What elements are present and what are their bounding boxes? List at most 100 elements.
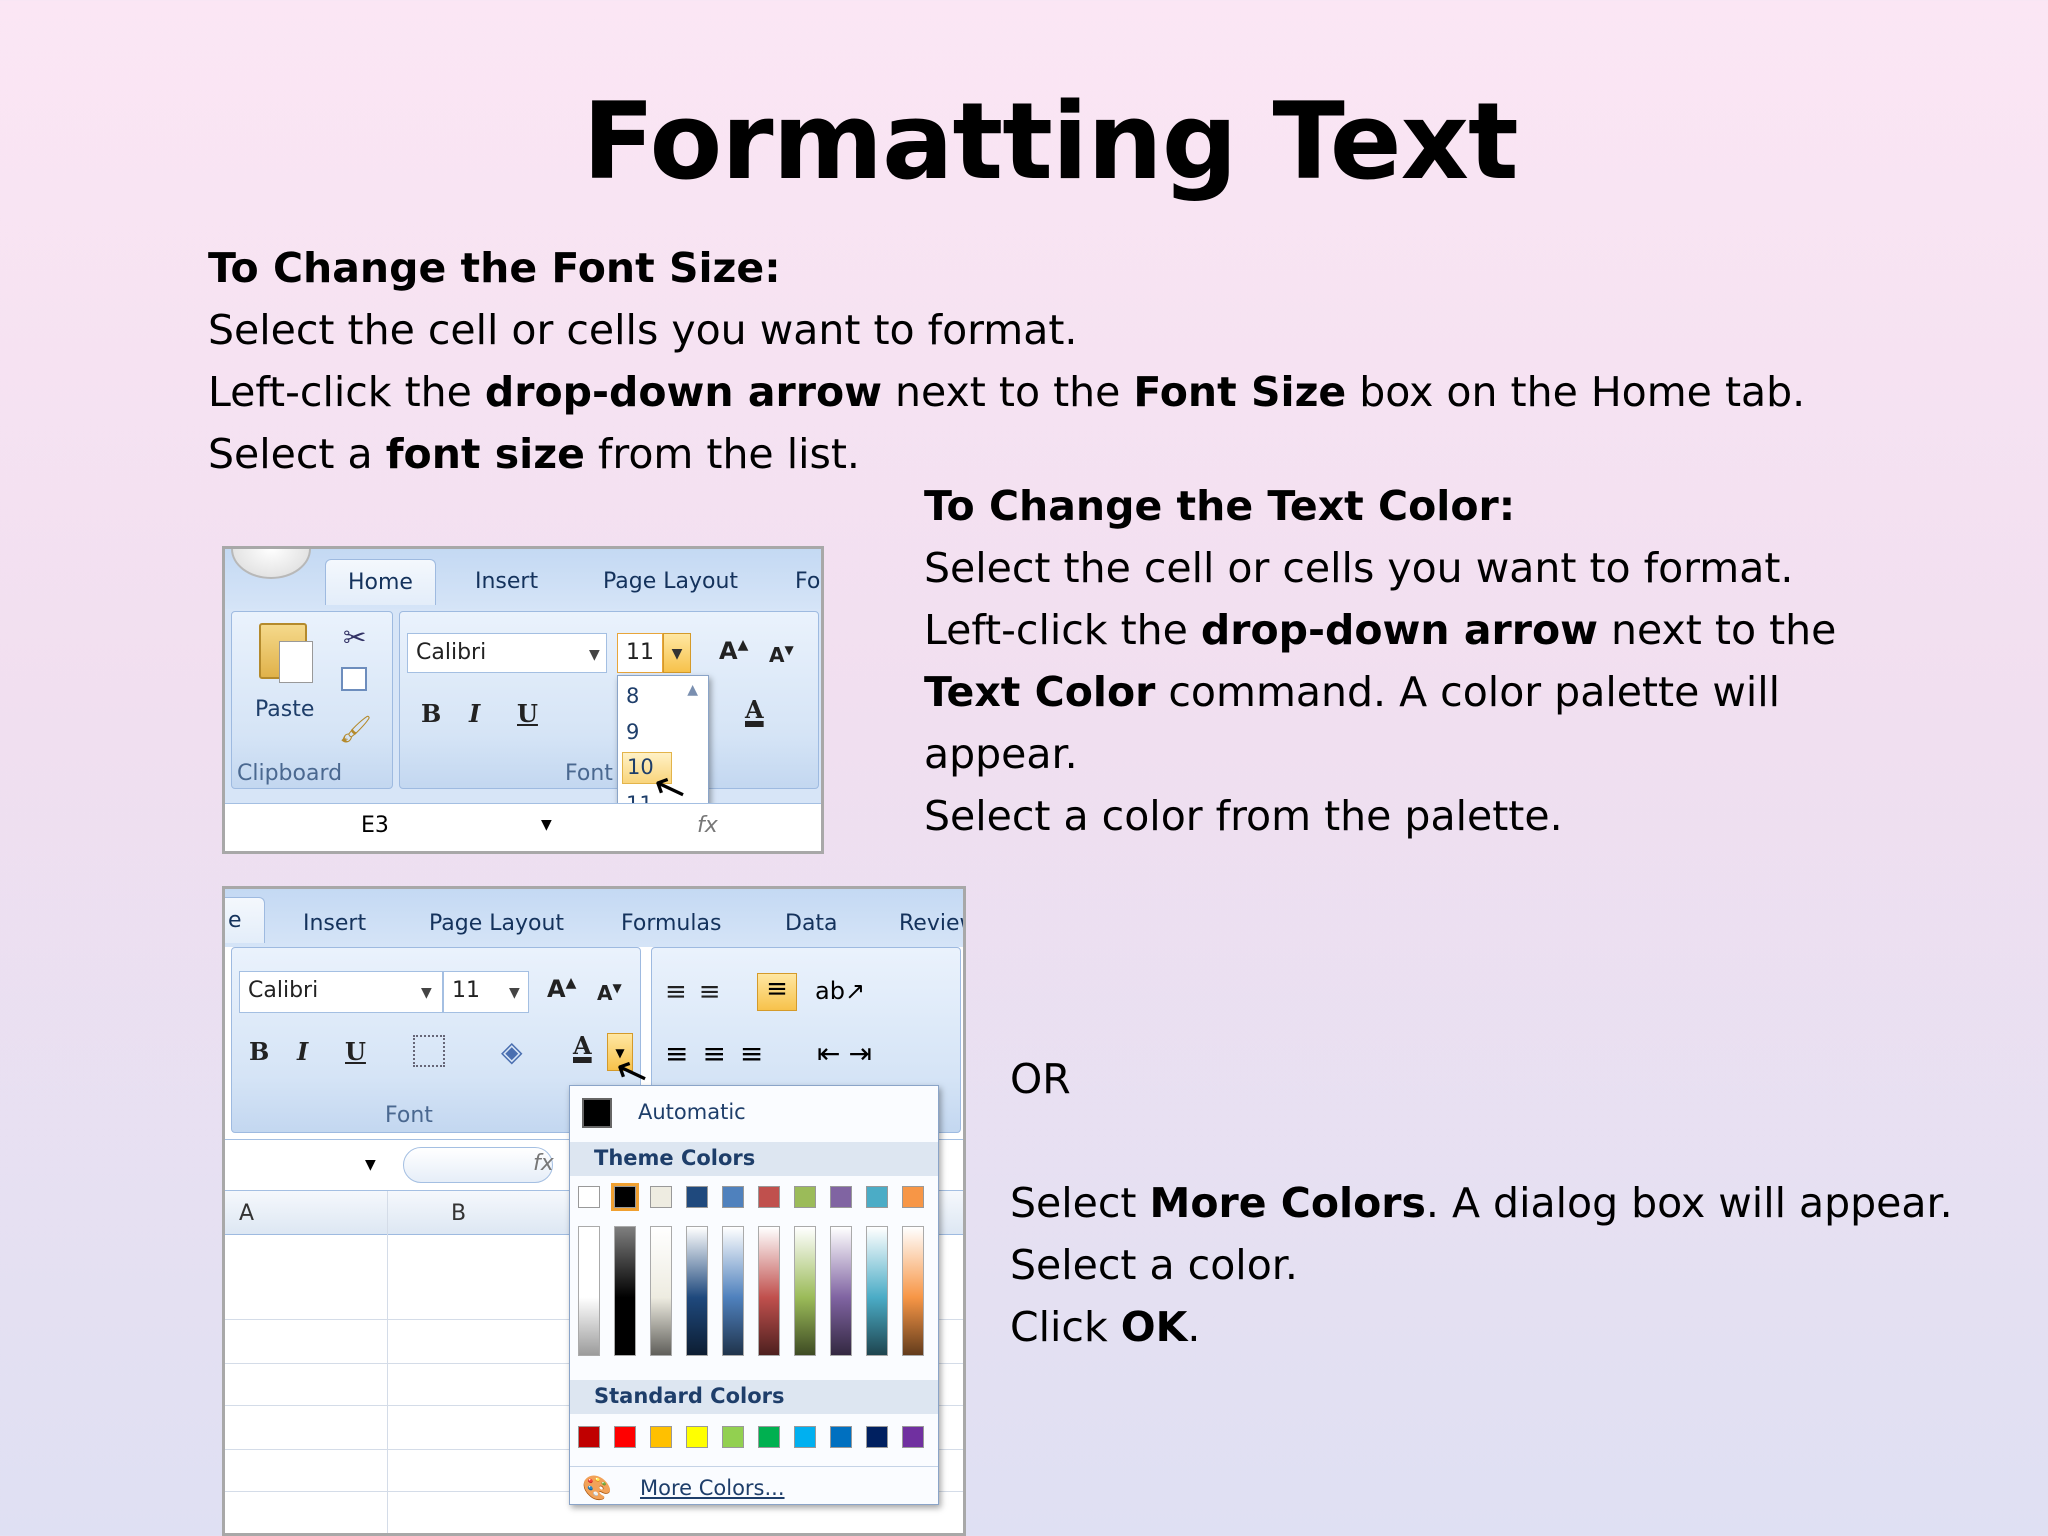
font-size-step-3: Select a font size from the list. [208,430,860,478]
font-name-chevron-down-icon[interactable]: ▼ [589,647,600,663]
text-color-step-1: Select the cell or cells you want to for… [924,544,1794,592]
tab-insert[interactable]: Insert [303,911,366,936]
standard-color-swatch[interactable] [578,1426,600,1448]
horizontal-align-icons[interactable]: ≡≡≡ [665,1037,777,1070]
cut-icon[interactable]: ✂ [343,621,366,654]
fx-icon[interactable]: fx [533,1151,554,1176]
theme-shade-column[interactable] [578,1226,600,1356]
fx-icon[interactable]: fx [697,813,718,838]
font-color-button[interactable]: A [745,695,764,724]
name-box-chevron-down-icon[interactable]: ▼ [365,1157,376,1173]
vertical-align-icons[interactable]: ≡≡ [665,977,733,1007]
standard-color-swatch[interactable] [686,1426,708,1448]
text-color-screenshot: e Insert Page Layout Formulas Data Revie… [222,886,966,1536]
format-painter-icon[interactable]: 🖌 [339,715,372,745]
color-palette-dropdown: Automatic Theme Colors Standard Colors 🎨… [569,1085,939,1505]
standard-color-swatch[interactable] [722,1426,744,1448]
theme-color-swatch[interactable] [902,1186,924,1208]
font-name-chevron-down-icon[interactable]: ▼ [421,985,432,1001]
font-group-label: Font [385,1103,433,1128]
tab-insert[interactable]: Insert [475,569,538,594]
align-bottom-icon[interactable]: ≡ [757,973,797,1011]
theme-shade-column[interactable] [686,1226,708,1356]
standard-color-swatch[interactable] [866,1426,888,1448]
theme-color-swatch[interactable] [686,1186,708,1208]
italic-button[interactable]: I [469,699,480,728]
grow-font-button[interactable]: A▲ [719,637,748,665]
theme-color-swatch[interactable] [578,1186,600,1208]
font-size-box[interactable]: 11 [617,633,663,673]
theme-shade-column[interactable] [794,1226,816,1356]
underline-button[interactable]: U [517,699,538,728]
automatic-option[interactable]: Automatic [638,1100,746,1124]
formula-bar-expander[interactable] [403,1147,553,1183]
theme-shade-column[interactable] [650,1226,672,1356]
fill-color-icon[interactable]: ◈ [501,1035,523,1068]
tab-formulas[interactable]: Fo [795,569,820,594]
shrink-font-button[interactable]: A▼ [769,643,794,667]
standard-colors-heading: Standard Colors [570,1380,938,1414]
theme-color-swatch[interactable] [830,1186,852,1208]
column-header-a[interactable]: A [239,1201,254,1226]
tab-home[interactable]: Home [325,559,436,605]
font-size-option[interactable]: 8 [626,684,639,708]
theme-colors-row [578,1183,938,1216]
theme-color-swatch[interactable] [722,1186,744,1208]
font-name-box[interactable]: Calibri [407,633,607,673]
theme-shade-column[interactable] [866,1226,888,1356]
theme-shade-column[interactable] [758,1226,780,1356]
bold-button[interactable]: B [421,699,441,728]
text-color-step-4: appear. [924,730,1078,778]
font-group-label: Font [565,761,613,786]
tab-home[interactable]: e [225,897,265,943]
standard-color-swatch[interactable] [794,1426,816,1448]
theme-color-swatch[interactable] [758,1186,780,1208]
color-wheel-icon: 🎨 [582,1474,612,1502]
standard-color-swatch[interactable] [830,1426,852,1448]
scroll-up-icon[interactable]: ▲ [687,682,698,698]
theme-color-swatch[interactable] [650,1186,672,1208]
theme-colors-heading: Theme Colors [570,1142,938,1176]
standard-color-swatch[interactable] [902,1426,924,1448]
theme-shades-grid [578,1226,938,1366]
italic-button[interactable]: I [297,1037,308,1066]
shrink-font-button[interactable]: A▼ [597,981,622,1005]
underline-button[interactable]: U [345,1037,366,1066]
font-size-option[interactable]: 9 [626,720,639,744]
indent-icons[interactable]: ⇤⇥ [817,1037,880,1070]
paste-page-icon [279,641,313,683]
tab-page-layout[interactable]: Page Layout [603,569,738,594]
font-size-step-1: Select the cell or cells you want to for… [208,306,1078,354]
standard-color-swatch[interactable] [758,1426,780,1448]
borders-icon[interactable] [413,1035,445,1067]
automatic-swatch[interactable] [582,1098,612,1128]
tab-data[interactable]: Data [785,911,838,936]
theme-color-swatch[interactable] [794,1186,816,1208]
font-size-dropdown-arrow-icon[interactable]: ▼ [663,633,691,673]
standard-color-swatch[interactable] [614,1426,636,1448]
copy-icon[interactable] [341,667,367,691]
standard-color-swatch[interactable] [650,1426,672,1448]
more-colors-step-3: Click OK. [1010,1303,1201,1351]
font-color-button[interactable]: A [573,1031,592,1060]
orientation-icon[interactable]: ab↗ [815,977,865,1005]
more-colors-step-2: Select a color. [1010,1241,1298,1289]
column-header-b[interactable]: B [451,1201,466,1226]
tab-review[interactable]: Review [899,911,963,936]
grow-font-button[interactable]: A▲ [547,975,576,1003]
name-box-chevron-down-icon[interactable]: ▼ [541,817,552,833]
font-size-chevron-down-icon[interactable]: ▼ [509,985,520,1001]
font-name-box[interactable]: Calibri [239,971,443,1013]
tab-page-layout[interactable]: Page Layout [429,911,564,936]
theme-shade-column[interactable] [830,1226,852,1356]
theme-color-swatch[interactable] [866,1186,888,1208]
name-box[interactable]: E3 [361,813,389,838]
theme-shade-column[interactable] [902,1226,924,1356]
theme-color-swatch[interactable] [611,1183,639,1211]
bold-button[interactable]: B [249,1037,269,1066]
theme-shade-column[interactable] [614,1226,636,1356]
tab-formulas[interactable]: Formulas [621,911,721,936]
paste-label[interactable]: Paste [255,697,314,722]
theme-shade-column[interactable] [722,1226,744,1356]
more-colors-option[interactable]: More Colors... [640,1476,785,1500]
